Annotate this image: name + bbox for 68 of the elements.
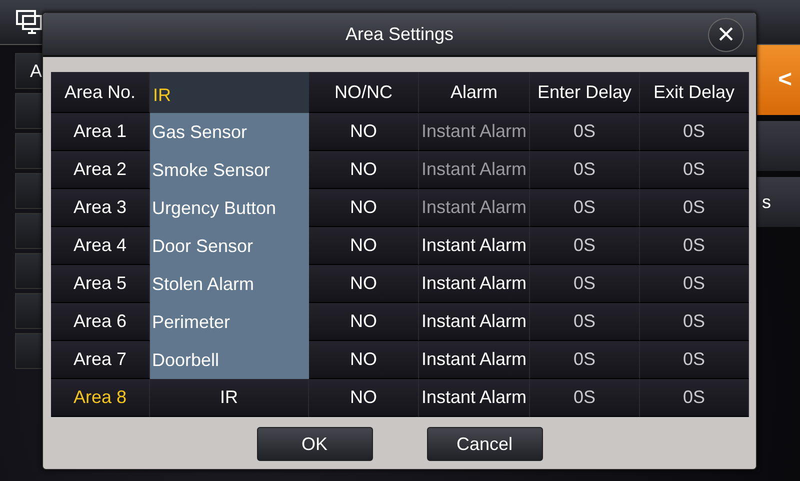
table-cell: NO <box>309 303 419 341</box>
table-cell[interactable]: Area 4 <box>51 227 150 265</box>
dropdown-option[interactable]: Doorbell <box>150 341 309 379</box>
column-header: Alarm <box>419 72 530 113</box>
column-header: Exit Delay <box>640 72 749 113</box>
table-cell: Instant Alarm <box>419 189 530 227</box>
menu-tab[interactable]: s <box>756 177 800 227</box>
table-cell: 0S <box>640 341 749 379</box>
table-cell: 0S <box>530 189 640 227</box>
menu-tab[interactable] <box>15 293 45 329</box>
table-cell: 0S <box>640 379 749 417</box>
table-cell[interactable]: Area 5 <box>51 265 150 303</box>
dropdown-option[interactable]: Urgency Button <box>150 189 309 227</box>
table-cell: 0S <box>530 341 640 379</box>
table-cell: Instant Alarm <box>419 341 530 379</box>
table-cell: NO <box>309 379 419 417</box>
table-cell: NO <box>309 341 419 379</box>
table-cell: 0S <box>530 227 640 265</box>
table-cell: 0S <box>640 189 749 227</box>
table-cell: 0S <box>640 151 749 189</box>
table-cell: Instant Alarm <box>419 303 530 341</box>
table-cell[interactable]: Area 7 <box>51 341 150 379</box>
dropdown-option[interactable]: IR <box>150 72 309 113</box>
table-cell: 0S <box>530 265 640 303</box>
menu-tab[interactable] <box>15 133 45 169</box>
table-cell: 0S <box>530 151 640 189</box>
dropdown-option[interactable]: Stolen Alarm <box>150 265 309 303</box>
column-header: NO/NC <box>309 72 419 113</box>
menu-tab[interactable]: A <box>15 53 45 89</box>
table-cell[interactable]: Area 8 <box>51 379 150 417</box>
table-cell: 0S <box>640 113 749 151</box>
table-cell: 0S <box>530 303 640 341</box>
table-cell: Instant Alarm <box>419 151 530 189</box>
menu-tab[interactable] <box>15 333 45 369</box>
table-cell: NO <box>309 151 419 189</box>
table-cell: NO <box>309 113 419 151</box>
ok-button[interactable]: OK <box>256 427 372 461</box>
dialog-title: Area Settings <box>345 24 454 44</box>
table-cell[interactable]: Area 3 <box>51 189 150 227</box>
table-cell: 0S <box>530 113 640 151</box>
menu-tab[interactable] <box>15 213 45 249</box>
table-cell: NO <box>309 265 419 303</box>
close-button[interactable]: × <box>708 18 744 52</box>
table-cell: Instant Alarm <box>419 379 530 417</box>
table-cell: Instant Alarm <box>419 113 530 151</box>
monitor-icon[interactable] <box>16 10 42 34</box>
dropdown-option[interactable]: Gas Sensor <box>150 113 309 151</box>
table-cell: 0S <box>530 379 640 417</box>
table-cell: 0S <box>640 265 749 303</box>
table-cell: NO <box>309 227 419 265</box>
menu-tab[interactable] <box>15 173 45 209</box>
table-cell: 0S <box>640 303 749 341</box>
dropdown-option[interactable]: Door Sensor <box>150 227 309 265</box>
table-cell[interactable]: Area 6 <box>51 303 150 341</box>
menu-tab[interactable] <box>15 253 45 289</box>
table-cell: Instant Alarm <box>419 227 530 265</box>
table-cell[interactable]: Area 1 <box>51 113 150 151</box>
cancel-button[interactable]: Cancel <box>426 427 542 461</box>
table-cell: IR <box>150 379 309 417</box>
menu-tab[interactable] <box>15 93 45 129</box>
dropdown-option[interactable]: Smoke Sensor <box>150 151 309 189</box>
column-header: Enter Delay <box>530 72 640 113</box>
table-cell: NO <box>309 189 419 227</box>
table-cell[interactable]: Area 2 <box>51 151 150 189</box>
table-cell: Instant Alarm <box>419 265 530 303</box>
column-header: Area No. <box>51 72 150 113</box>
table-cell: 0S <box>640 227 749 265</box>
dropdown-option[interactable]: Perimeter <box>150 303 309 341</box>
